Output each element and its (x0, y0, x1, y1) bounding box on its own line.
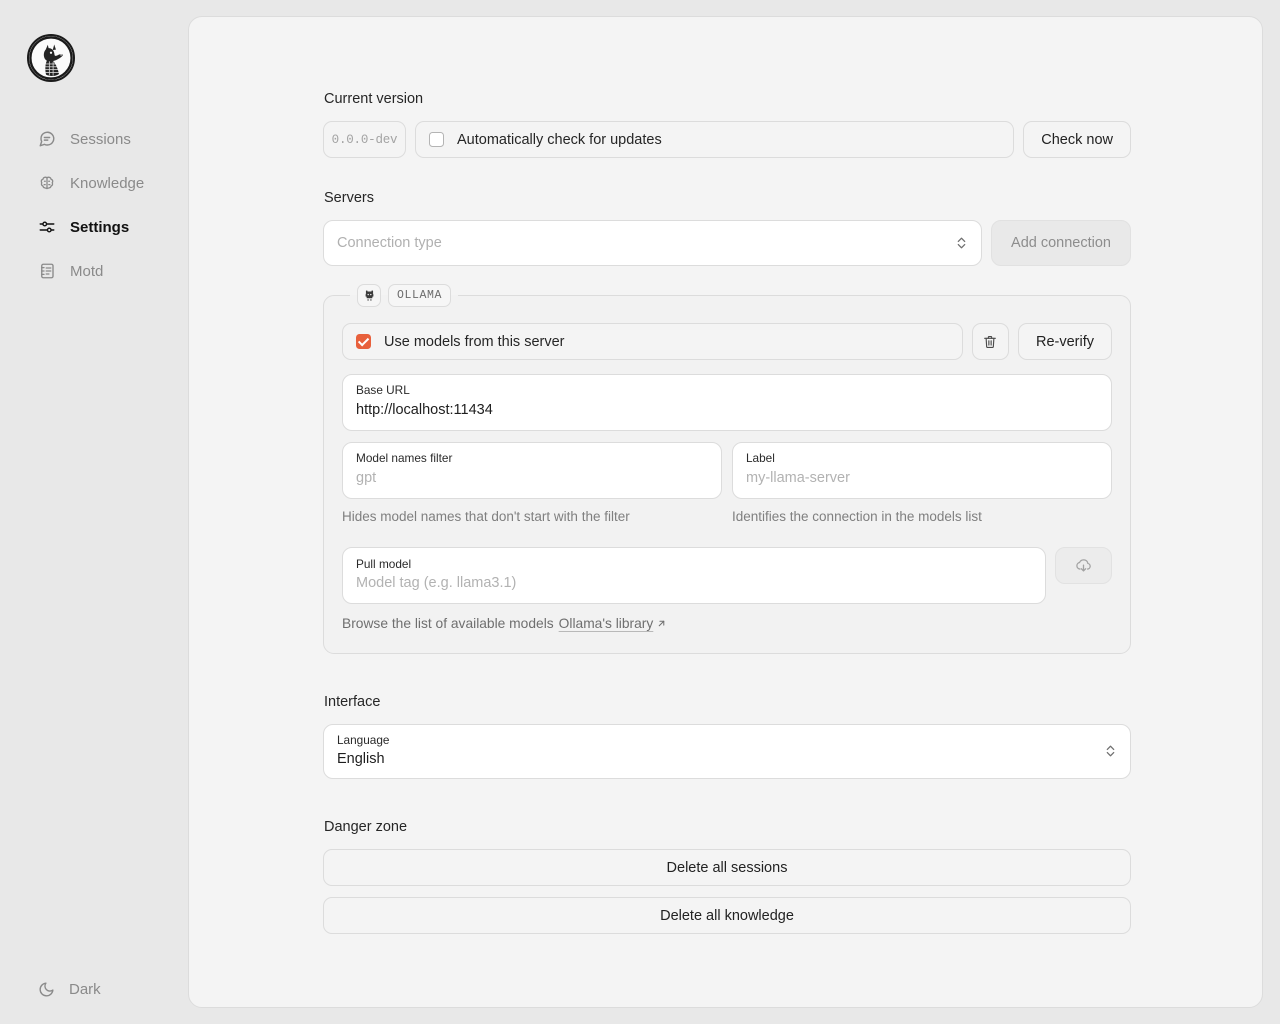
model-filter-col: Model names filter gpt Hides model names… (342, 442, 722, 525)
pull-model-row: Pull model Model tag (e.g. llama3.1) (342, 547, 1112, 604)
auto-update-label[interactable]: Automatically check for updates (457, 132, 662, 148)
version-chip: 0.0.0-dev (323, 121, 406, 158)
use-models-row: Use models from this server Re-verify (342, 323, 1112, 360)
sidebar-nav: Sessions Knowledge Settings (0, 124, 188, 300)
ollama-library-link-text: Ollama's library (559, 616, 654, 631)
use-models-label[interactable]: Use models from this server (384, 334, 565, 350)
language-label: Language (337, 734, 1099, 747)
section-title-interface: Interface (324, 694, 1131, 710)
logo-wrap (27, 34, 75, 82)
connection-label-field[interactable]: Label my-llama-server (732, 442, 1112, 499)
chevron-up-down-icon (955, 235, 968, 251)
ollama-card-legend: OLLAMA (350, 284, 458, 307)
filter-label-row: Model names filter gpt Hides model names… (342, 442, 1112, 525)
version-row: 0.0.0-dev Automatically check for update… (323, 121, 1131, 158)
delete-all-knowledge-button[interactable]: Delete all knowledge (323, 897, 1131, 934)
notebook-text-icon (38, 262, 56, 280)
model-filter-placeholder[interactable]: gpt (356, 470, 708, 487)
auto-update-row[interactable]: Automatically check for updates (415, 121, 1014, 158)
sidebar-item-label: Sessions (70, 132, 131, 147)
connection-type-select[interactable]: Connection type (323, 220, 982, 266)
sidebar-item-sessions[interactable]: Sessions (0, 124, 188, 154)
check-now-button[interactable]: Check now (1023, 121, 1131, 158)
llama-logo (27, 34, 75, 82)
settings-content: Current version 0.0.0-dev Automatically … (323, 91, 1131, 934)
sidebar-item-label: Knowledge (70, 176, 144, 191)
ollama-connection-card: OLLAMA Use models from this server (323, 284, 1131, 654)
pull-model-field[interactable]: Pull model Model tag (e.g. llama3.1) (342, 547, 1046, 604)
chevron-up-down-icon[interactable] (1104, 743, 1117, 759)
use-models-field[interactable]: Use models from this server (342, 323, 963, 360)
sidebar: Sessions Knowledge Settings (0, 0, 188, 1024)
settings-scroll-area[interactable]: Current version 0.0.0-dev Automatically … (189, 17, 1262, 1007)
current-version-section: Current version 0.0.0-dev Automatically … (323, 91, 1131, 158)
language-select[interactable]: Language English (323, 724, 1131, 779)
add-connection-row: Connection type Add connection (323, 220, 1131, 266)
base-url-value[interactable]: http://localhost:11434 (356, 402, 1098, 419)
connection-label-helper: Identifies the connection in the models … (732, 509, 1112, 525)
pull-model-label: Pull model (356, 558, 1032, 571)
sidebar-item-label: Motd (70, 264, 103, 279)
connection-label-placeholder[interactable]: my-llama-server (746, 470, 1098, 487)
message-square-icon (38, 130, 56, 148)
theme-toggle-dark[interactable]: Dark (0, 981, 188, 998)
servers-section: Servers Connection type Add connection (323, 190, 1131, 654)
language-stack: Language English (337, 734, 1099, 769)
label-col: Label my-llama-server Identifies the con… (732, 442, 1112, 525)
sidebar-spacer (0, 300, 188, 981)
llama-icon (363, 289, 376, 302)
delete-connection-button[interactable] (972, 323, 1009, 360)
connection-label-label: Label (746, 452, 1098, 465)
danger-zone-section: Danger zone Delete all sessions Delete a… (323, 819, 1131, 934)
browse-models-prefix: Browse the list of available models (342, 616, 554, 631)
sidebar-item-knowledge[interactable]: Knowledge (0, 168, 188, 198)
ollama-library-link[interactable]: Ollama's library (559, 616, 668, 631)
trash-icon (982, 334, 998, 350)
interface-section: Interface Language English (323, 694, 1131, 779)
use-models-checkbox[interactable] (356, 334, 371, 349)
ollama-badge-label: OLLAMA (388, 284, 451, 307)
language-value: English (337, 751, 1099, 768)
section-title-version: Current version (324, 91, 1131, 107)
main-panel: Current version 0.0.0-dev Automatically … (188, 16, 1263, 1008)
ollama-badge-icon-pill (357, 284, 381, 307)
pull-model-placeholder[interactable]: Model tag (e.g. llama3.1) (356, 575, 1032, 592)
browse-models-line: Browse the list of available models Olla… (342, 616, 1112, 631)
model-filter-field[interactable]: Model names filter gpt (342, 442, 722, 499)
model-filter-label: Model names filter (356, 452, 708, 465)
app-root: Sessions Knowledge Settings (0, 0, 1280, 1024)
model-filter-helper: Hides model names that don't start with … (342, 509, 722, 525)
sliders-icon (38, 218, 56, 236)
theme-toggle-label: Dark (69, 981, 101, 998)
add-connection-button[interactable]: Add connection (991, 220, 1131, 266)
base-url-field[interactable]: Base URL http://localhost:11434 (342, 374, 1112, 431)
sidebar-item-settings[interactable]: Settings (0, 212, 188, 242)
connection-type-placeholder: Connection type (337, 235, 955, 251)
cloud-download-icon (1074, 556, 1093, 575)
section-title-danger: Danger zone (324, 819, 1131, 835)
sidebar-item-label: Settings (70, 220, 129, 235)
brain-icon (38, 174, 56, 192)
delete-all-sessions-button[interactable]: Delete all sessions (323, 849, 1131, 886)
section-title-servers: Servers (324, 190, 1131, 206)
moon-icon (38, 981, 55, 998)
arrow-up-right-icon (656, 618, 667, 629)
sidebar-item-motd[interactable]: Motd (0, 256, 188, 286)
reverify-button[interactable]: Re-verify (1018, 323, 1112, 360)
pull-model-button[interactable] (1055, 547, 1112, 584)
auto-update-checkbox[interactable] (429, 132, 444, 147)
base-url-label: Base URL (356, 384, 1098, 397)
